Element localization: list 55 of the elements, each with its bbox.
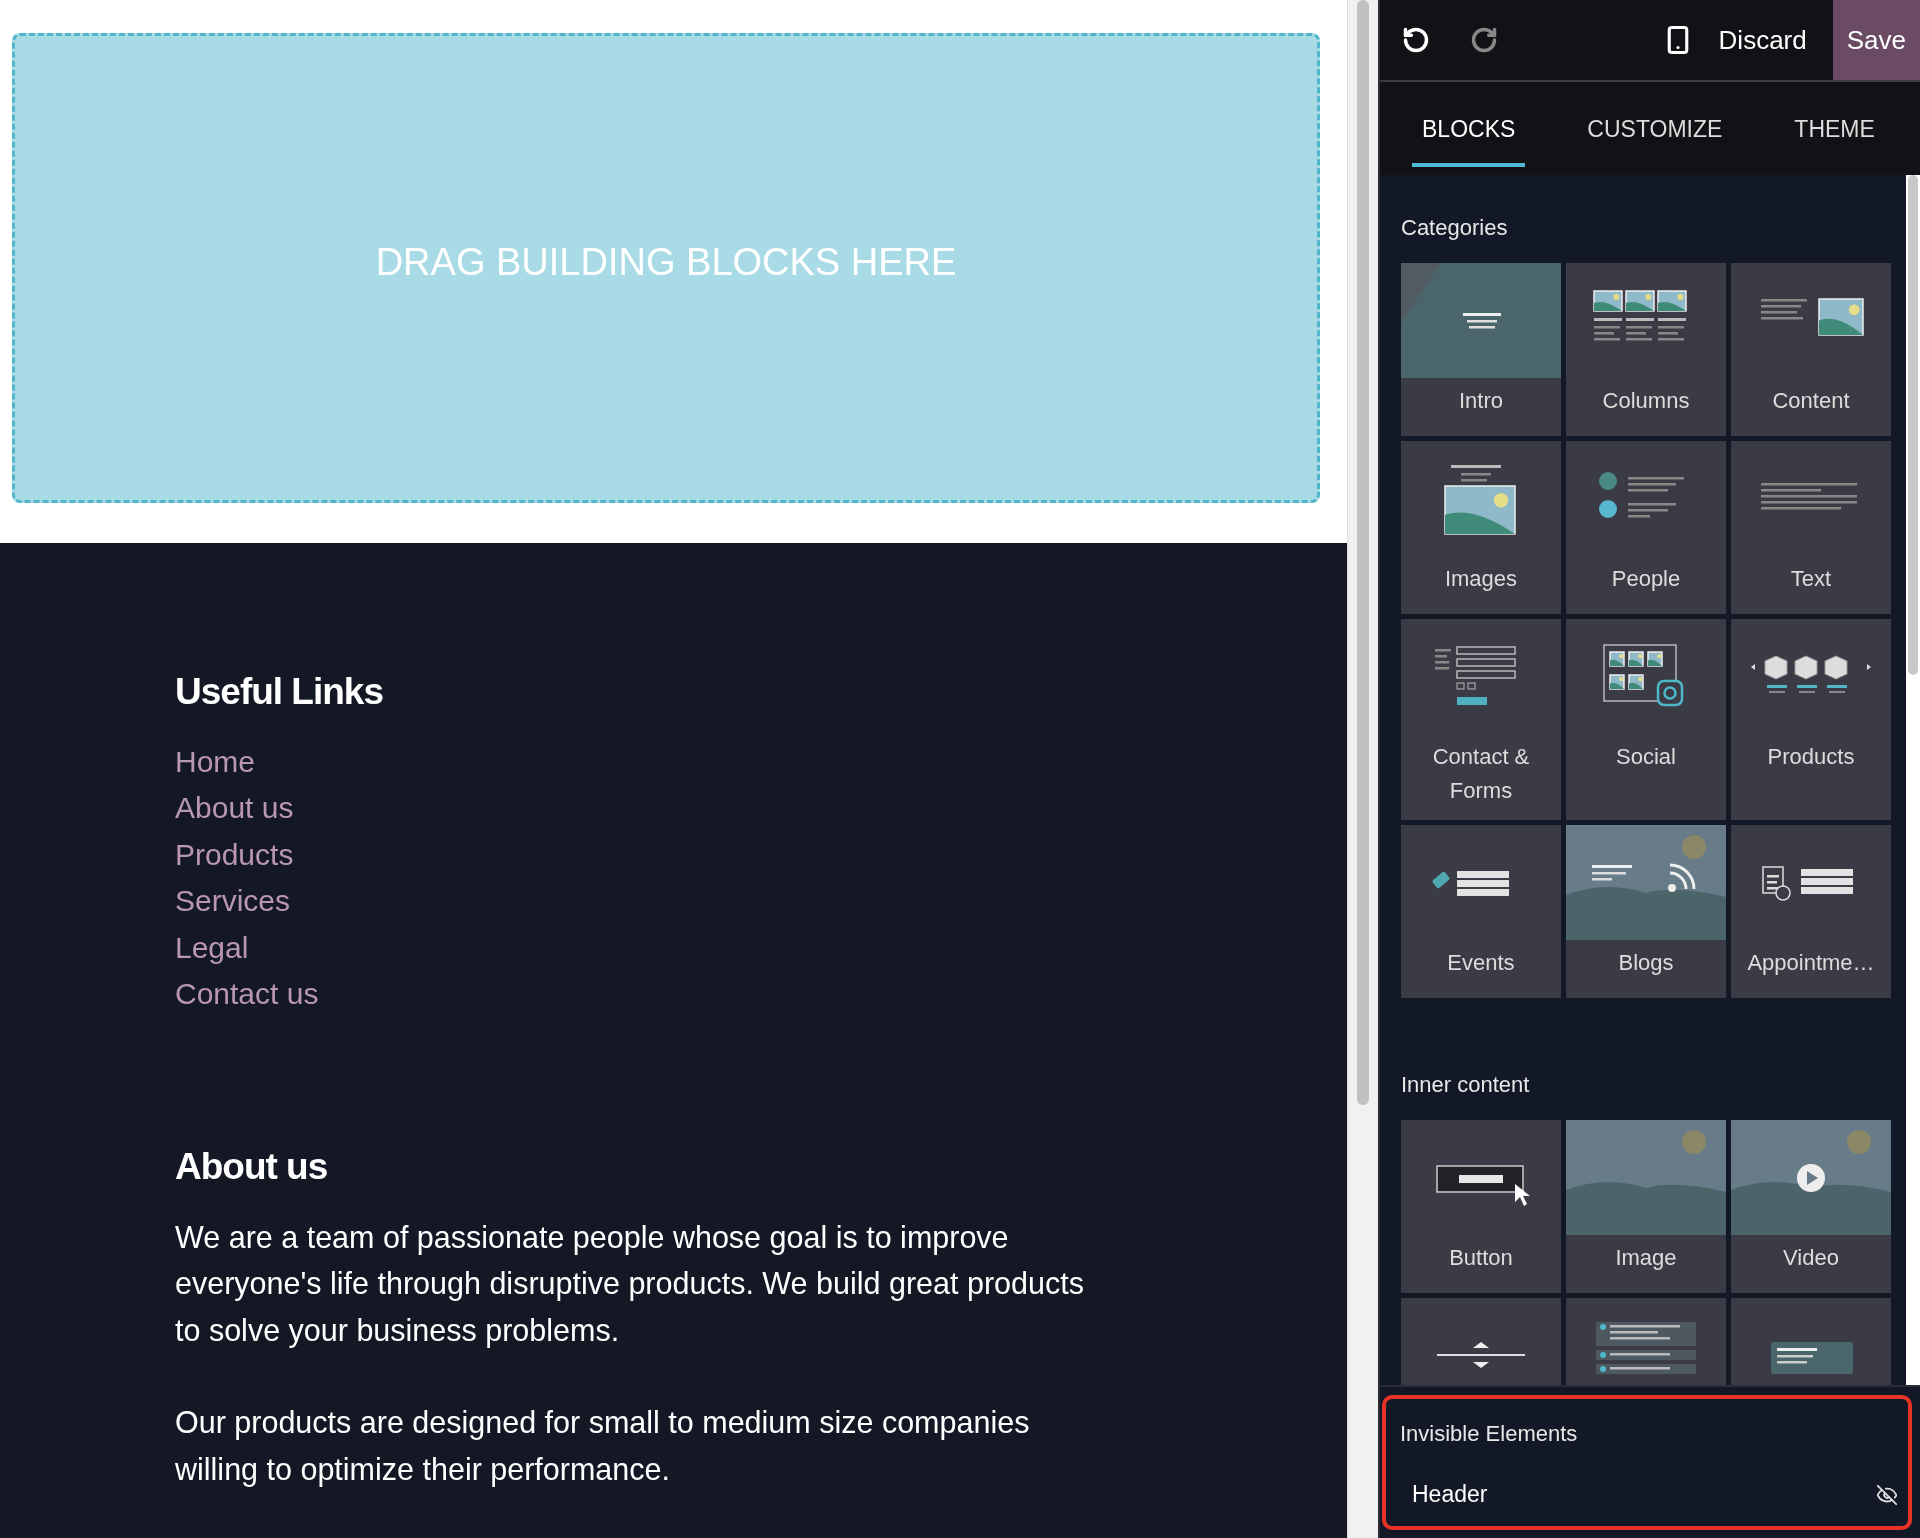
block-tile[interactable]: Blogs	[1566, 825, 1726, 998]
save-button[interactable]: Save	[1832, 0, 1920, 80]
footer-paragraph: Our products are designed for small to medium size companies willing to optimize their performance.	[175, 1404, 1031, 1489]
drop-zone: DRAG BUILDING BLOCKS HERE	[12, 33, 1320, 503]
footer-link[interactable]: Services	[175, 878, 291, 925]
block-label: Intro	[1458, 387, 1504, 415]
block-tile[interactable]: Events	[1401, 825, 1561, 998]
invisible-element-label[interactable]: Header	[1412, 1481, 1488, 1508]
section-title: Inner content	[1401, 1072, 1531, 1098]
panel-tab[interactable]: BLOCKS	[1412, 116, 1526, 167]
images-drawing	[1444, 465, 1516, 535]
block-tile[interactable]: Image	[1566, 1120, 1726, 1293]
block-label: Products	[1766, 743, 1856, 771]
footer-link[interactable]: Contact us	[175, 971, 319, 1018]
block-tile[interactable]: Intro	[1401, 263, 1561, 436]
footer-link[interactable]: Home	[175, 738, 256, 785]
block-label: Contact & Forms	[1431, 743, 1531, 805]
footer-heading: Useful Links	[175, 670, 384, 713]
block-label: Social	[1615, 743, 1677, 771]
block-tile[interactable]: Images	[1401, 441, 1561, 614]
block-tile[interactable]: Text	[1731, 441, 1891, 614]
block-tile[interactable]: People	[1566, 441, 1726, 614]
block-label: Image	[1614, 1244, 1678, 1272]
block-label: Images	[1443, 565, 1519, 593]
footer-link[interactable]: About us	[175, 785, 294, 832]
undo-icon[interactable]	[1402, 26, 1430, 54]
block-label: Blogs	[1617, 949, 1675, 977]
section-title: Categories	[1401, 215, 1509, 241]
scrollbar-thumb[interactable]	[1357, 0, 1369, 1105]
block-tile[interactable]: Products	[1731, 619, 1891, 820]
block-label: Text	[1789, 565, 1833, 593]
block-tile[interactable]: Social	[1566, 619, 1726, 820]
eye-off-icon[interactable]	[1876, 1483, 1898, 1506]
block-tile[interactable]: Contact & Forms	[1401, 619, 1561, 820]
block-label: Events	[1446, 949, 1516, 977]
footer-paragraph: We are a team of passionate people whose goal is to improve everyone's life through disruptive products. We build great products to solve your business problems.	[175, 1218, 1085, 1350]
block-tile[interactable]: Appointme…	[1731, 825, 1891, 998]
footer-link[interactable]: Products	[175, 831, 294, 878]
block-tile[interactable]: Button	[1401, 1120, 1561, 1293]
block-label: Columns	[1601, 387, 1691, 415]
panel-tab[interactable]: CUSTOMIZE	[1577, 116, 1733, 167]
block-label: People	[1610, 565, 1682, 593]
discard-button[interactable]: Discard	[1692, 0, 1833, 80]
block-tile[interactable]: Content	[1731, 263, 1891, 436]
block-label: Appointme…	[1746, 949, 1876, 977]
footer-heading: About us	[175, 1145, 329, 1188]
footer-link[interactable]: Legal	[175, 924, 249, 971]
scrollbar-thumb[interactable]	[1908, 175, 1918, 675]
block-label: Content	[1771, 387, 1851, 415]
block-tile[interactable]: Columns	[1566, 263, 1726, 436]
block-label: Button	[1448, 1244, 1514, 1272]
block-tile[interactable]: Video	[1731, 1120, 1891, 1293]
panel-tab[interactable]: THEME	[1784, 116, 1885, 167]
block-label: Video	[1782, 1244, 1840, 1272]
section-title: Invisible Elements	[1400, 1421, 1579, 1447]
